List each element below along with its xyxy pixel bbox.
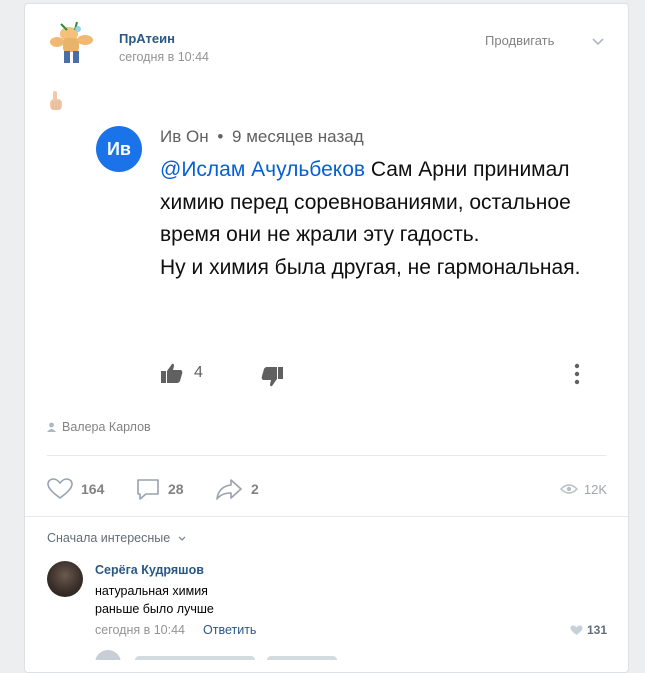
comment-button[interactable]: 28 — [136, 474, 184, 504]
comment-count: 28 — [168, 481, 184, 497]
sort-label: Сначала интересные — [47, 531, 171, 545]
share-count: 2 — [251, 481, 259, 497]
like-button[interactable]: 164 — [47, 474, 104, 504]
mention-link: @Ислам Ачульбеков — [160, 158, 366, 181]
views-count: 12K — [583, 481, 607, 497]
views-counter: 12K — [559, 474, 607, 504]
user-icon — [47, 421, 56, 432]
comment-text: @Ислам Ачульбеков Сам Арни принимал хими… — [160, 154, 600, 284]
comment-author: Ив Он — [160, 127, 209, 146]
comment-meta: Ив Он • 9 месяцев назад — [160, 127, 364, 147]
text-placeholder — [135, 656, 255, 660]
commenter-avatar: Ив — [96, 126, 142, 172]
more-vertical-icon — [574, 363, 580, 385]
next-comment-partial — [95, 648, 595, 660]
post-header: ПрАтеин сегодня в 10:44 Продвигать — [25, 4, 628, 84]
chevron-down-icon[interactable] — [592, 34, 604, 46]
eye-icon — [559, 484, 578, 494]
comment-text: натуральная химия раньше было лучше — [95, 582, 214, 618]
post-card: ПрАтеин сегодня в 10:44 Продвигать Ив Ив… — [24, 3, 629, 673]
thumbs-down-icon — [260, 366, 284, 388]
comment-like-button[interactable]: 131 — [570, 623, 607, 637]
like-count: 164 — [81, 481, 105, 497]
avatar[interactable] — [47, 561, 83, 597]
embedded-comment-screenshot: Ив Ив Он • 9 месяцев назад @Ислам Ачульб… — [25, 114, 628, 404]
comment-text-line1: натуральная химия — [95, 584, 208, 598]
pointing-finger-icon — [47, 90, 65, 112]
comment-like-count: 131 — [586, 623, 607, 637]
comment-time[interactable]: сегодня в 10:44 — [95, 623, 185, 637]
share-icon — [216, 479, 242, 500]
comment-icon — [137, 479, 159, 500]
post-time[interactable]: сегодня в 10:44 — [119, 50, 209, 64]
comment-author[interactable]: Серёга Кудряшов — [95, 563, 204, 577]
divider — [25, 516, 628, 517]
heart-icon — [570, 625, 583, 635]
post-author[interactable]: Валера Карлов — [47, 420, 151, 434]
promote-button[interactable]: Продвигать — [485, 33, 554, 48]
chevron-down-icon — [178, 531, 186, 541]
share-button[interactable]: 2 — [215, 474, 259, 504]
comment-sort-dropdown[interactable]: Сначала интересные — [47, 531, 186, 545]
community-name[interactable]: ПрАтеин — [119, 31, 175, 46]
divider — [47, 455, 606, 456]
reply-button[interactable]: Ответить — [203, 623, 256, 637]
post-author-name[interactable]: Валера Карлов — [62, 420, 151, 434]
text-placeholder — [267, 656, 337, 660]
thumbs-up-icon — [160, 362, 184, 384]
comment-age: 9 месяцев назад — [232, 127, 364, 146]
community-avatar[interactable] — [47, 18, 97, 68]
post-stats: 164 28 2 12K — [47, 474, 607, 504]
comment-item: Серёга Кудряшов натуральная химия раньше… — [47, 559, 607, 649]
heart-icon — [47, 478, 73, 500]
comment-actions: 4 — [160, 360, 600, 390]
comment-like-count: 4 — [194, 364, 203, 381]
comment-text-line2: раньше было лучше — [95, 602, 214, 616]
meta-separator: • — [217, 127, 224, 146]
comment-text-line2: Ну и химия была другая, не гармональная. — [160, 255, 581, 279]
avatar — [95, 650, 121, 660]
